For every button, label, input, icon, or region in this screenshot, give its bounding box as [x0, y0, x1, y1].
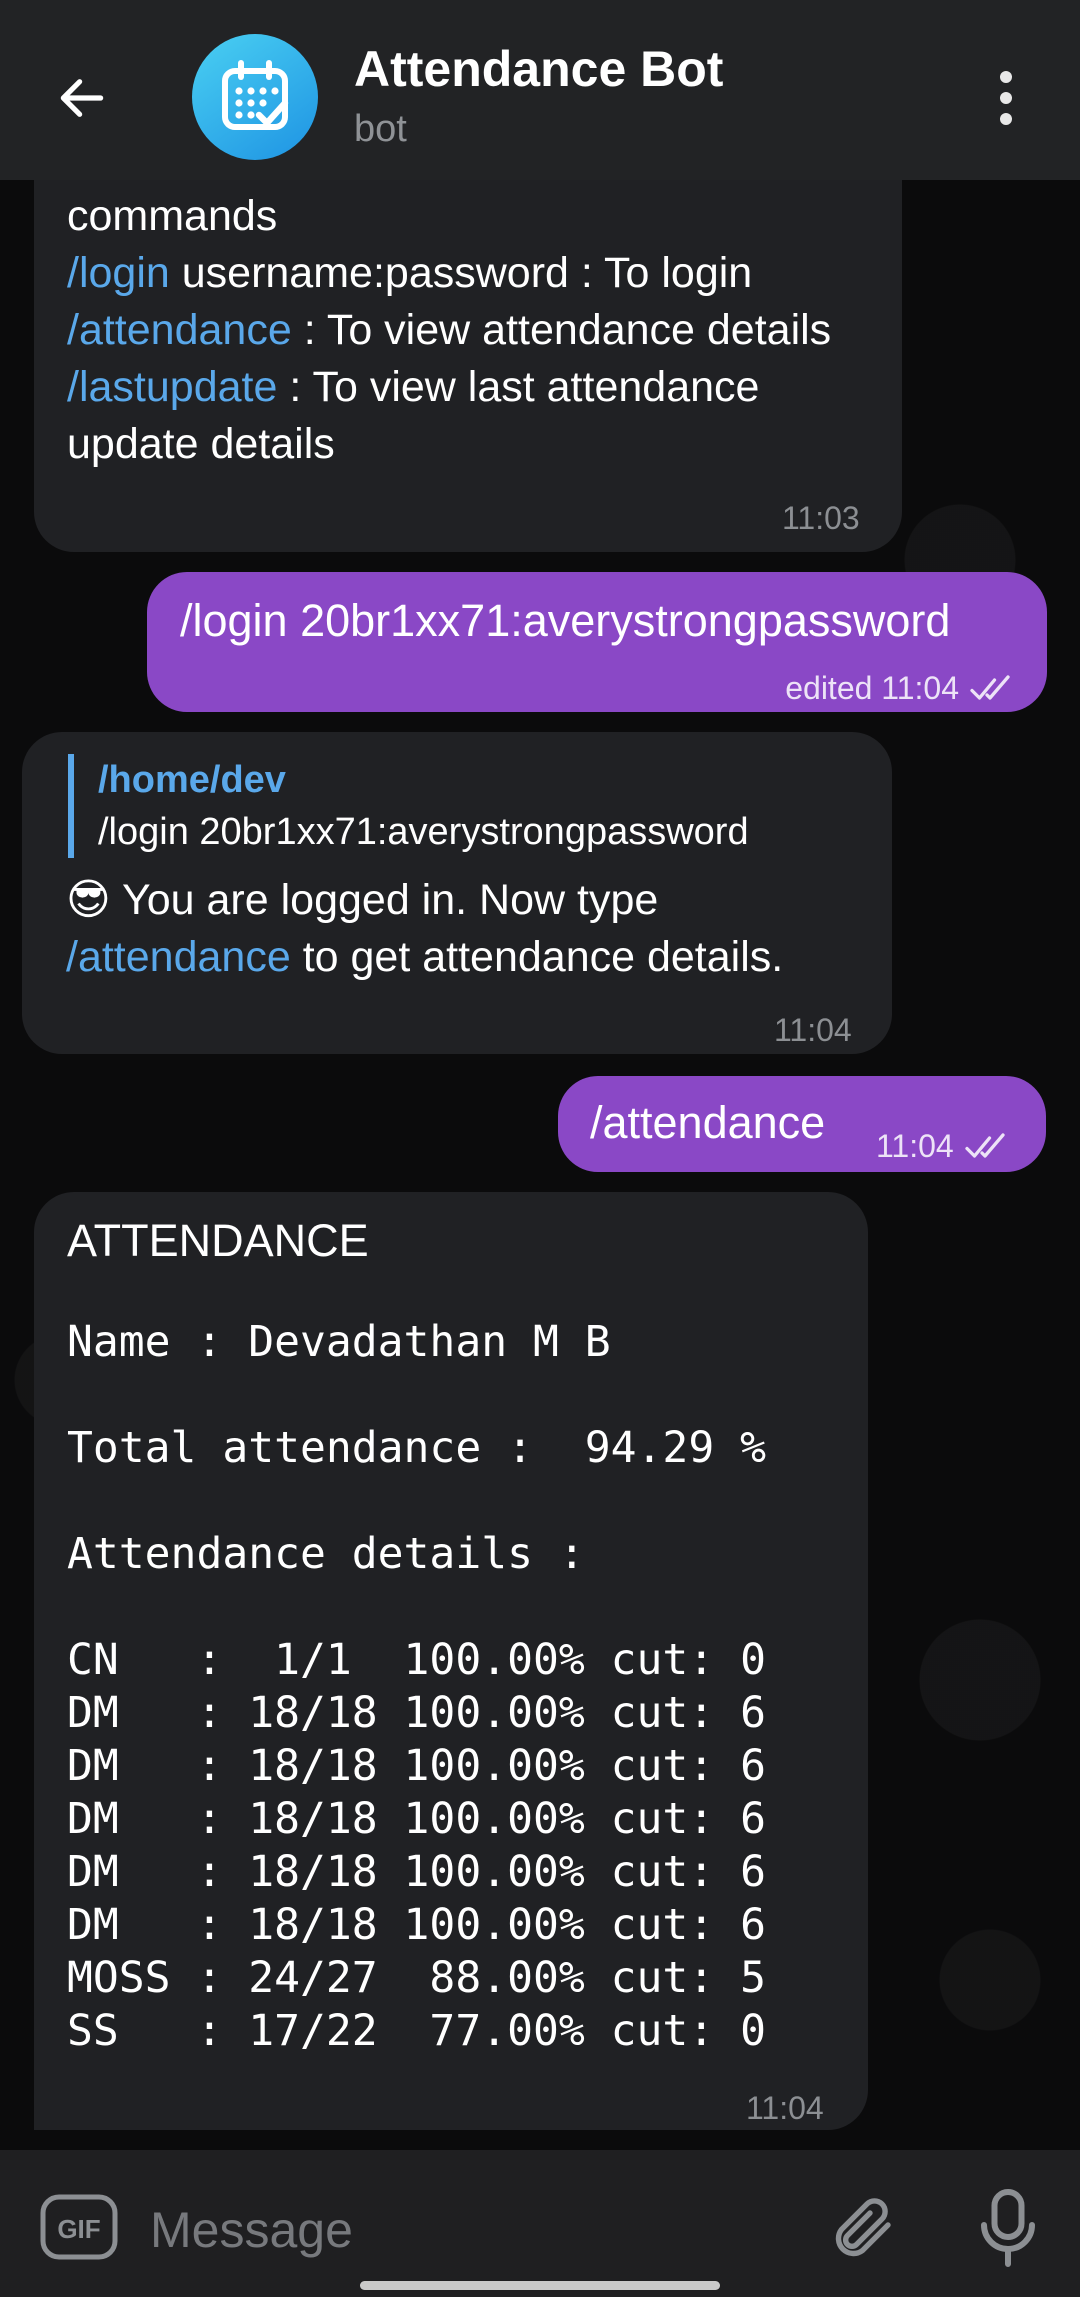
double-check-icon [965, 1132, 1005, 1158]
message-line: commands [67, 192, 278, 240]
message-status: edited 11:04 [785, 660, 1017, 717]
message-input[interactable] [150, 2198, 750, 2262]
message-bubble-incoming[interactable]: commands /login username:password : To l… [34, 118, 902, 552]
reply-quote[interactable]: /home/dev /login 20br1xx71:averystrongpa… [68, 754, 749, 858]
message-edited-time: edited 11:04 [785, 670, 959, 706]
gif-button[interactable]: GIF [40, 2194, 118, 2260]
message-text: commands /login username:password : To l… [67, 188, 887, 473]
report-row: SS : 17/22 77.00% cut: 0 [67, 2006, 766, 2056]
calendar-check-icon [222, 60, 289, 130]
message-line: /lastupdate : To view last attendance up… [67, 363, 760, 468]
chat-title[interactable]: Attendance Bot [354, 40, 723, 98]
message-time: 11:04 [746, 2090, 824, 2126]
report-row: MOSS : 24/27 88.00% cut: 5 [67, 1953, 766, 2003]
svg-text:GIF: GIF [57, 2214, 100, 2244]
emoji: 😎 [66, 876, 111, 924]
message-bubble-incoming[interactable]: ATTENDANCE Name : Devadathan M B Total a… [34, 1192, 868, 2130]
message-text: /login 20br1xx71:averystrongpassword [180, 595, 951, 646]
message-time: 11:04 [876, 1128, 954, 1164]
bot-avatar[interactable] [192, 34, 318, 160]
message-bubble-outgoing[interactable]: /login 20br1xx71:averystrongpassword edi… [147, 572, 1047, 712]
message-line: /login username:password : To login [67, 249, 753, 297]
message-text: 😎 You are logged in. Now type /attendanc… [66, 876, 784, 981]
command-link[interactable]: /lastupdate [67, 363, 277, 411]
command-link[interactable]: /attendance [66, 933, 291, 981]
message-composer: GIF [0, 2150, 1080, 2297]
report-body: Name : Devadathan M B Total attendance :… [67, 1316, 766, 2058]
message-line: /attendance : To view attendance details [67, 306, 832, 354]
report-details-label: Attendance details : [67, 1529, 585, 1579]
command-link[interactable]: /login [67, 249, 170, 297]
reply-text: /login 20br1xx71:averystrongpassword [98, 811, 749, 853]
report-name: Name : Devadathan M B [67, 1317, 611, 1367]
report-total: Total attendance : 94.29 % [67, 1423, 766, 1473]
double-check-icon [970, 674, 1010, 700]
report-row: DM : 18/18 100.00% cut: 6 [67, 1794, 766, 1844]
more-vertical-icon [1000, 71, 1012, 83]
report-heading: ATTENDANCE [67, 1215, 369, 1266]
message-time: 11:04 [774, 1012, 852, 1048]
chat-header: Attendance Bot bot [0, 0, 1080, 180]
gif-icon: GIF [40, 2194, 118, 2260]
report-row: DM : 18/18 100.00% cut: 6 [67, 1688, 766, 1738]
message-text: /attendance [590, 1097, 826, 1148]
back-arrow-icon [60, 79, 104, 117]
message-status: 11:04 [876, 1118, 1012, 1175]
back-button[interactable] [44, 60, 120, 136]
attach-button[interactable] [828, 2188, 900, 2268]
more-options-button[interactable] [976, 62, 1036, 134]
microphone-icon [981, 2189, 1035, 2267]
report-row: DM : 18/18 100.00% cut: 6 [67, 1741, 766, 1791]
command-link[interactable]: /attendance [67, 306, 292, 354]
chat-subtitle: bot [354, 108, 407, 150]
report-row: DM : 18/18 100.00% cut: 6 [67, 1900, 766, 1950]
voice-record-button[interactable] [972, 2186, 1044, 2270]
paperclip-icon [835, 2198, 891, 2257]
report-row: DM : 18/18 100.00% cut: 6 [67, 1847, 766, 1897]
report-row: CN : 1/1 100.00% cut: 0 [67, 1635, 766, 1685]
reply-author: /home/dev [98, 759, 286, 801]
home-indicator[interactable] [360, 2281, 720, 2290]
message-bubble-incoming[interactable]: /home/dev /login 20br1xx71:averystrongpa… [22, 732, 892, 1054]
report-rows: CN : 1/1 100.00% cut: 0 DM : 18/18 100.0… [67, 1634, 766, 2058]
message-bubble-outgoing[interactable]: /attendance 11:04 [558, 1076, 1046, 1172]
message-time: 11:03 [782, 500, 860, 536]
